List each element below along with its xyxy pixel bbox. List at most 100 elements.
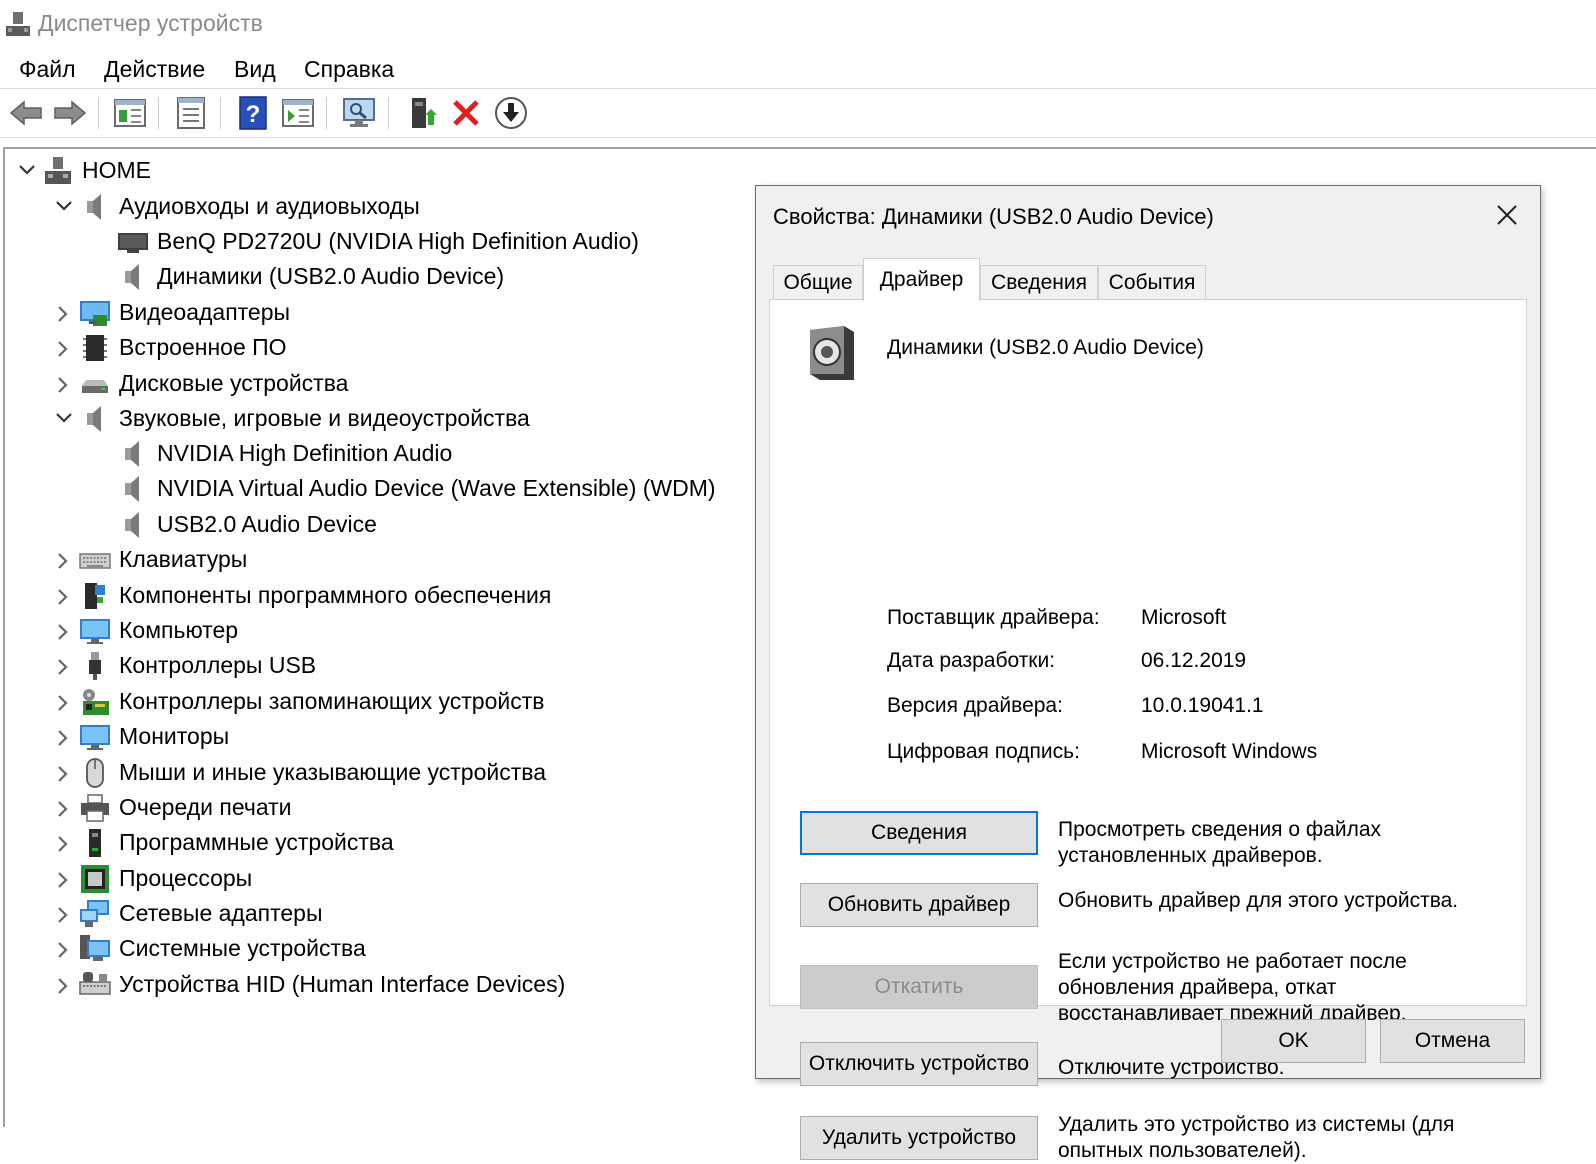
tree-label: Звуковые, игровые и видеоустройства xyxy=(119,405,530,431)
driver-date-label: Дата разработки: xyxy=(887,649,1056,672)
tree-category-mice[interactable]: Мыши и иные указывающие устройства xyxy=(51,755,546,790)
tree-label: Динамики (USB2.0 Audio Device) xyxy=(157,263,505,289)
tree-category-software-devices[interactable]: Программные устройства xyxy=(51,825,394,860)
tree-label: Контроллеры USB xyxy=(119,652,317,678)
tree-category-firmware[interactable]: Встроенное ПО xyxy=(51,330,287,365)
chevron-spacer xyxy=(89,471,115,506)
tree-category-audio-io[interactable]: Аудиовходы и аудиовыходы xyxy=(51,189,420,224)
chevron-right-icon[interactable] xyxy=(51,648,77,683)
tree-label: Процессоры xyxy=(119,865,253,891)
menu-view[interactable]: Вид xyxy=(234,56,276,83)
chevron-down-icon[interactable] xyxy=(51,189,77,224)
chevron-spacer xyxy=(89,224,115,259)
tree-category-sound-video-game[interactable]: Звуковые, игровые и видеоустройства xyxy=(51,401,530,436)
menu-action[interactable]: Действие xyxy=(104,56,205,83)
help-icon[interactable]: ? xyxy=(235,95,271,131)
menu-file[interactable]: Файл xyxy=(19,56,76,83)
forward-arrow-icon[interactable] xyxy=(52,95,88,131)
tree-node-root[interactable]: HOME xyxy=(14,153,151,188)
properties-dialog: Свойства: Динамики (USB2.0 Audio Device)… xyxy=(755,185,1541,1162)
chip-icon xyxy=(79,333,111,363)
properties-icon[interactable] xyxy=(173,95,209,131)
processor-icon xyxy=(79,864,111,894)
tab-driver[interactable]: Драйвер xyxy=(863,258,980,301)
speaker-icon xyxy=(117,510,149,540)
disable-device-icon[interactable] xyxy=(493,95,529,131)
tab-details[interactable]: Сведения xyxy=(980,265,1098,300)
toolbar-separator xyxy=(326,97,327,129)
roll-back-driver-button[interactable]: Откатить xyxy=(800,965,1038,1009)
tree-category-hid[interactable]: Устройства HID (Human Interface Devices) xyxy=(51,967,565,1002)
tree-category-storage-controllers[interactable]: Контроллеры запоминающих устройств xyxy=(51,684,544,719)
tree-device-nvidia-virtual-audio[interactable]: NVIDIA Virtual Audio Device (Wave Extens… xyxy=(89,471,716,506)
show-hide-console-tree-icon[interactable] xyxy=(112,95,148,131)
driver-details-button[interactable]: Сведения xyxy=(800,811,1038,855)
speaker-icon xyxy=(806,324,856,382)
update-driver-icon[interactable] xyxy=(404,95,440,131)
back-arrow-icon[interactable] xyxy=(8,95,44,131)
monitor-icon xyxy=(117,227,149,257)
chevron-right-icon[interactable] xyxy=(51,861,77,896)
speaker-icon xyxy=(117,439,149,469)
chevron-right-icon[interactable] xyxy=(51,825,77,860)
uninstall-device-button[interactable]: Удалить устройство xyxy=(800,1116,1038,1160)
disable-device-button[interactable]: Отключить устройство xyxy=(800,1042,1038,1086)
tree-device-usb-audio[interactable]: USB2.0 Audio Device xyxy=(89,507,377,542)
chevron-right-icon[interactable] xyxy=(51,295,77,330)
tab-general[interactable]: Общие xyxy=(773,265,863,300)
tree-category-display-adapters[interactable]: Видеоадаптеры xyxy=(51,295,290,330)
svg-text:?: ? xyxy=(246,101,261,128)
close-icon[interactable] xyxy=(1492,200,1522,230)
digital-signer-label: Цифровая подпись: xyxy=(887,740,1080,763)
action-pane-icon[interactable] xyxy=(280,95,316,131)
ok-button[interactable]: OK xyxy=(1221,1019,1366,1063)
menu-help[interactable]: Справка xyxy=(304,56,394,83)
title-bar: Диспетчер устройств xyxy=(0,0,1596,50)
update-driver-button[interactable]: Обновить драйвер xyxy=(800,883,1038,927)
tree-device-nvidia-hd-audio[interactable]: NVIDIA High Definition Audio xyxy=(89,436,452,471)
tree-label: Компоненты программного обеспечения xyxy=(119,582,552,608)
tab-events[interactable]: События xyxy=(1098,265,1206,300)
tree-category-monitors[interactable]: Мониторы xyxy=(51,719,229,754)
speaker-icon xyxy=(117,474,149,504)
uninstall-device-icon[interactable] xyxy=(448,95,484,131)
driver-version-value: 10.0.19041.1 xyxy=(1141,694,1264,717)
tree-category-usb-controllers[interactable]: Контроллеры USB xyxy=(51,648,316,683)
toolbar-separator xyxy=(388,97,389,129)
tree-label: Устройства HID (Human Interface Devices) xyxy=(119,971,566,997)
chevron-right-icon[interactable] xyxy=(51,755,77,790)
chevron-down-icon[interactable] xyxy=(14,153,40,188)
chevron-right-icon[interactable] xyxy=(51,578,77,613)
tree-category-computer[interactable]: Компьютер xyxy=(51,613,238,648)
tree-device-benq[interactable]: BenQ PD2720U (NVIDIA High Definition Aud… xyxy=(89,224,639,259)
driver-provider-label: Поставщик драйвера: xyxy=(887,606,1100,629)
roll-back-driver-description: Если устройство не работает после обновл… xyxy=(1058,950,1407,1025)
tree-category-print-queues[interactable]: Очереди печати xyxy=(51,790,292,825)
chevron-down-icon[interactable] xyxy=(51,401,77,436)
mouse-icon xyxy=(79,757,111,788)
tree-category-network-adapters[interactable]: Сетевые адаптеры xyxy=(51,896,323,931)
chevron-right-icon[interactable] xyxy=(51,719,77,754)
driver-provider-value: Microsoft xyxy=(1141,606,1227,629)
tree-category-system-devices[interactable]: Системные устройства xyxy=(51,931,366,966)
chevron-right-icon[interactable] xyxy=(51,896,77,931)
chevron-right-icon[interactable] xyxy=(51,542,77,577)
chevron-right-icon[interactable] xyxy=(51,684,77,719)
chevron-right-icon[interactable] xyxy=(51,366,77,401)
scan-hardware-icon[interactable] xyxy=(341,95,377,131)
chevron-right-icon[interactable] xyxy=(51,330,77,365)
tree-category-keyboards[interactable]: Клавиатуры xyxy=(51,542,247,577)
chevron-right-icon[interactable] xyxy=(51,613,77,648)
chevron-right-icon[interactable] xyxy=(51,931,77,966)
device-name: Динамики (USB2.0 Audio Device) xyxy=(887,336,1204,359)
tree-category-disk-drives[interactable]: Дисковые устройства xyxy=(51,366,348,401)
tree-device-speakers[interactable]: Динамики (USB2.0 Audio Device) xyxy=(89,259,504,294)
chevron-right-icon[interactable] xyxy=(51,790,77,825)
cancel-button[interactable]: Отмена xyxy=(1380,1019,1525,1063)
computer-tower-icon xyxy=(42,156,74,186)
chevron-right-icon[interactable] xyxy=(51,967,77,1002)
tree-category-processors[interactable]: Процессоры xyxy=(51,861,252,896)
chevron-spacer xyxy=(89,436,115,471)
tree-category-software-components[interactable]: Компоненты программного обеспечения xyxy=(51,578,551,613)
system-device-icon xyxy=(79,934,111,964)
